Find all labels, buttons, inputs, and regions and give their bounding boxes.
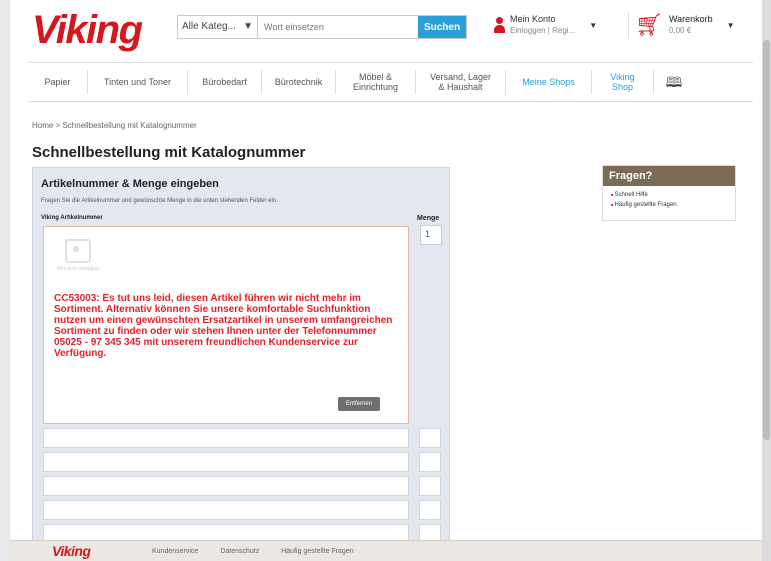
- cart-text: Warenkorb 0,00 €: [669, 14, 713, 36]
- article-number-field[interactable]: [43, 500, 409, 520]
- article-number-field[interactable]: [43, 476, 409, 496]
- no-image-placeholder: Bild nicht verfügbar: [54, 239, 102, 285]
- quantity-field[interactable]: 1: [420, 225, 442, 245]
- chevron-down-icon: ▼: [589, 20, 598, 30]
- breadcrumb[interactable]: Home > Schnellbestellung mit Katalognumm…: [32, 121, 197, 130]
- search-button[interactable]: Suchen: [418, 16, 466, 38]
- nav-item-papier[interactable]: Papier: [28, 70, 88, 94]
- error-item-box: Bild nicht verfügbar CC53003: Es tut uns…: [43, 226, 409, 424]
- footer-link-faq[interactable]: Häufig gestellte Fragen: [281, 548, 353, 555]
- account-label: Mein Konto: [510, 14, 556, 24]
- cart-menu[interactable]: 🛒︎ Warenkorb 0,00 € ▼: [628, 12, 735, 38]
- order-row: [43, 452, 441, 472]
- order-row: [43, 500, 441, 520]
- main-nav: Papier Tinten und Toner Bürobedarf Bürot…: [28, 62, 753, 102]
- shopping-cart-icon: 🛒︎: [635, 12, 663, 37]
- panel-heading: Artikelnummer & Menge eingeben: [41, 178, 219, 190]
- catalog-book-icon[interactable]: 🕮: [654, 70, 694, 94]
- search-input[interactable]: [258, 16, 418, 38]
- panel-description: Fragen Sie die Artikelnummer und gewünsc…: [41, 198, 278, 204]
- footer-link-kundenservice[interactable]: Kundenservice: [152, 548, 198, 555]
- page-title: Schnellbestellung mit Katalognummer: [32, 144, 306, 161]
- account-sublabel: Einloggen | Regi...: [510, 26, 576, 35]
- nav-item-moebel[interactable]: Möbel & Einrichtung: [336, 70, 416, 94]
- nav-item-viking-shop[interactable]: Viking Shop: [592, 70, 654, 94]
- nav-item-buerotechnik[interactable]: Bürotechnik: [262, 70, 336, 94]
- vertical-scrollbar[interactable]: [762, 0, 771, 561]
- article-number-field[interactable]: [43, 428, 409, 448]
- remove-button[interactable]: Entfernen: [337, 397, 380, 411]
- error-message: CC53003: Es tut uns leid, diesen Artikel…: [54, 293, 393, 359]
- article-number-header: Viking Artikelnummer: [41, 215, 103, 221]
- viking-logo[interactable]: Viking: [32, 8, 143, 53]
- footer-bar: Viking Kundenservice Datenschutz Häufig …: [10, 540, 762, 561]
- help-box-title: Fragen?: [603, 166, 735, 186]
- image-placeholder-icon: [65, 239, 91, 263]
- quantity-field[interactable]: [419, 428, 441, 448]
- order-row: [43, 476, 441, 496]
- category-select[interactable]: Alle Kateg... ▼: [178, 16, 258, 38]
- nav-item-buerobedarf[interactable]: Bürobedarf: [188, 70, 262, 94]
- account-text: Mein Konto Einloggen | Regi...: [510, 14, 575, 36]
- nav-item-tinten-toner[interactable]: Tinten und Toner: [88, 70, 188, 94]
- help-box: Fragen? Schnell Hilfe Häufig gestellte F…: [602, 165, 736, 221]
- footer-link-datenschutz[interactable]: Datenschutz: [220, 548, 259, 555]
- quantity-field[interactable]: [419, 500, 441, 520]
- help-link-schnellhilfe[interactable]: Schnell Hilfe: [611, 190, 727, 200]
- article-number-field[interactable]: [43, 452, 409, 472]
- quick-order-panel: Artikelnummer & Menge eingeben Fragen Si…: [32, 167, 450, 547]
- chevron-down-icon: ▼: [726, 20, 735, 30]
- nav-item-meine-shops[interactable]: Meine Shops: [506, 70, 592, 94]
- user-icon: [494, 17, 505, 33]
- footer-logo[interactable]: Viking: [52, 543, 152, 559]
- quantity-field[interactable]: [419, 452, 441, 472]
- page: Viking Alle Kateg... ▼ Suchen Mein Konto…: [10, 0, 762, 561]
- order-row: [43, 428, 441, 448]
- cart-label: Warenkorb: [668, 14, 713, 24]
- help-links: Schnell Hilfe Häufig gestellte Fragen: [603, 186, 735, 214]
- search-bar: Alle Kateg... ▼ Suchen: [177, 15, 467, 39]
- quantity-field[interactable]: [419, 476, 441, 496]
- chevron-down-icon: ▼: [243, 21, 253, 32]
- help-link-faq[interactable]: Häufig gestellte Fragen: [611, 200, 727, 210]
- no-image-label: Bild nicht verfügbar: [56, 266, 100, 272]
- nav-item-versand[interactable]: Versand, Lager & Haushalt: [416, 70, 506, 94]
- account-menu[interactable]: Mein Konto Einloggen | Regi... ▼: [494, 14, 597, 36]
- cart-total: 0,00 €: [668, 26, 692, 35]
- category-select-label: Alle Kateg...: [182, 21, 236, 32]
- quantity-header: Menge: [417, 215, 440, 222]
- scrollbar-thumb[interactable]: [763, 40, 770, 440]
